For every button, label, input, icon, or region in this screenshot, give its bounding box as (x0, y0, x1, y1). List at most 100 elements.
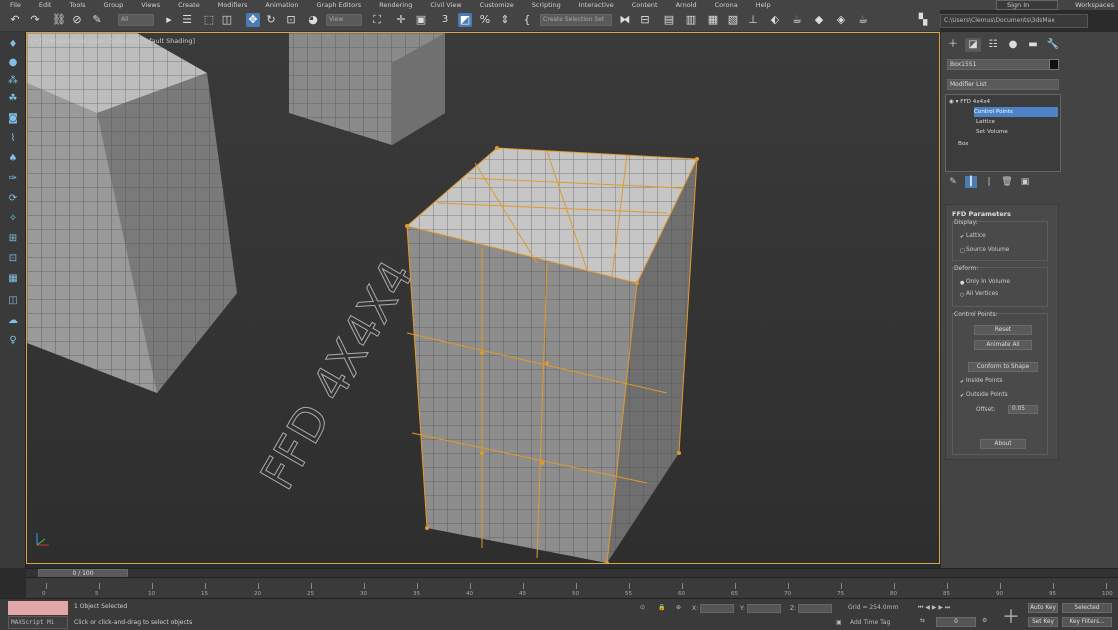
stack-item-ffd[interactable]: ◉ ▾ FFD 4x4x4 (949, 97, 990, 107)
toggle-ribbon-icon[interactable]: ▦ (706, 13, 720, 27)
cloud-icon[interactable]: ☁ (6, 314, 20, 328)
stack-item-box[interactable]: Box (958, 139, 968, 149)
bulb-icon[interactable]: ♦ (6, 38, 20, 52)
motion-tab-icon[interactable]: ● (1005, 38, 1021, 52)
set-key-button[interactable]: Set Key (1028, 617, 1058, 627)
hierarchy-tab-icon[interactable]: ☷ (985, 38, 1001, 52)
menu-group[interactable]: Group (94, 1, 132, 9)
bind-space-warp-icon[interactable]: ✎ (90, 13, 104, 27)
menu-customize[interactable]: Customize (470, 1, 522, 9)
camera-icon[interactable]: ◙ (6, 112, 20, 126)
light-icon[interactable]: ♀ (6, 334, 20, 348)
layer-icon[interactable]: ◫ (6, 294, 20, 308)
offset-input[interactable]: 0.05 (1008, 405, 1038, 414)
menu-file[interactable]: File (0, 1, 29, 9)
menu-graph-editors[interactable]: Graph Editors (307, 1, 370, 9)
select-rotate-icon[interactable]: ↻ (264, 13, 278, 27)
animate-all-button[interactable]: Animate All (974, 340, 1032, 350)
modify-tab-icon[interactable]: ◪ (965, 38, 981, 52)
undo-icon[interactable]: ↶ (8, 13, 22, 27)
menu-interactive[interactable]: Interactive (569, 1, 622, 9)
transform-mode-icon[interactable]: ⊕ (676, 604, 681, 611)
unlink-icon[interactable]: ⊘ (70, 13, 84, 27)
percent-snap-icon[interactable]: % (478, 13, 492, 27)
menu-help[interactable]: Help (746, 1, 779, 9)
perspective-viewport[interactable]: FFD 4X4X4 [+] [Perspective] [User Define… (26, 32, 940, 564)
named-selection-icon[interactable]: { (520, 13, 534, 27)
z-coordinate-field[interactable] (798, 604, 833, 613)
menu-animation[interactable]: Animation (255, 1, 306, 9)
y-coordinate[interactable]: Y: (740, 604, 781, 613)
source-volume-checkbox[interactable]: □ (960, 249, 965, 254)
menu-create[interactable]: Create (168, 1, 208, 9)
rotate-icon[interactable]: ⟳ (6, 192, 20, 206)
configure-sets-icon[interactable]: ▣ (1019, 176, 1031, 188)
lock-icon[interactable]: 🔒 (658, 604, 665, 611)
remove-modifier-icon[interactable]: 🗑 (1001, 176, 1013, 188)
display-tab-icon[interactable]: ▬ (1025, 38, 1041, 52)
rendered-frame-icon[interactable]: ◆ (812, 13, 826, 27)
menu-modifiers[interactable]: Modifiers (208, 1, 256, 9)
particles-icon[interactable]: ☘ (6, 92, 20, 106)
selected-dropdown[interactable]: Selected (1062, 603, 1112, 613)
object-color-swatch[interactable] (1049, 59, 1059, 70)
menu-rendering[interactable]: Rendering (369, 1, 420, 9)
show-end-result-icon[interactable]: ┃ (965, 176, 977, 188)
selection-filter-dropdown[interactable]: All (118, 14, 154, 26)
material-editor-icon[interactable]: ⬖ (768, 13, 782, 27)
all-vertices-radio[interactable]: ○ (960, 293, 965, 298)
render-production-icon[interactable]: ◈ (834, 13, 848, 27)
select-move-icon[interactable]: ✥ (246, 13, 260, 27)
paint-icon[interactable]: ⌇ (6, 132, 20, 146)
track-bar[interactable]: 0 5 10 15 20 25 30 35 40 45 50 55 60 65 70 75 80 85 90 95 10… (26, 577, 1118, 598)
set-key-plus-icon[interactable]: ＋ (1002, 603, 1020, 629)
select-object-icon[interactable]: ▸ (162, 13, 176, 27)
redo-icon[interactable]: ↷ (28, 13, 42, 27)
auto-key-button[interactable]: Auto Key (1028, 603, 1058, 613)
x-coordinate[interactable]: X: (692, 604, 735, 613)
place-icon[interactable]: ◕ (306, 13, 320, 27)
menu-views[interactable]: Views (131, 1, 168, 9)
grid-icon[interactable]: ▦ (6, 272, 20, 286)
align-icon[interactable]: ⊟ (638, 13, 652, 27)
menu-corona[interactable]: Corona (705, 1, 746, 9)
sign-in-button[interactable]: Sign In (996, 0, 1058, 10)
maxscript-mini-field[interactable]: MAXScript Mi (8, 616, 68, 629)
y-coordinate-field[interactable] (746, 604, 781, 613)
inside-points-checkbox[interactable]: ✔ (960, 380, 965, 385)
reference-coordinate-dropdown[interactable]: View (326, 14, 362, 26)
rect-selection-icon[interactable]: ⬚ (202, 13, 216, 27)
scene-explorer-icon[interactable]: ▤ (662, 13, 676, 27)
brush-icon[interactable]: ♠ (6, 152, 20, 166)
conform-to-shape-button[interactable]: Conform to Shape (968, 362, 1038, 372)
pivot-center-icon[interactable]: ⛶ (370, 13, 384, 27)
menu-scripting[interactable]: Scripting (522, 1, 569, 9)
isolate-icon[interactable]: ⊙ (640, 604, 645, 611)
keyboard-shortcut-icon[interactable]: ▣ (414, 13, 428, 27)
rollout-title[interactable]: FFD Parameters (952, 210, 1011, 218)
effect-icon[interactable]: ✧ (6, 212, 20, 226)
modifier-list-dropdown[interactable]: Modifier List (947, 79, 1059, 90)
stack-item-set-volume[interactable]: Set Volume (976, 127, 1008, 137)
create-tab-icon[interactable]: ＋ (945, 38, 961, 52)
render-setup-icon[interactable]: ☕ (790, 13, 804, 27)
menu-edit[interactable]: Edit (29, 1, 60, 9)
ruler-icon[interactable]: ⊞ (6, 232, 20, 246)
time-config-icon[interactable]: ⚙ (982, 617, 987, 624)
dot-icon[interactable]: ● (6, 56, 20, 70)
snaps-toggle-icon[interactable]: 3 (438, 13, 452, 27)
layout-toggle-icon[interactable]: ▚ (916, 13, 930, 27)
menu-arnold[interactable]: Arnold (666, 1, 705, 9)
curve-editor-icon[interactable]: ▧ (726, 13, 740, 27)
key-mode-icon[interactable]: ⇆ (920, 617, 925, 624)
playback-controls[interactable]: ⏮ ◀ ▶ ▶ ⏭ (918, 604, 950, 612)
tools-icon[interactable]: ✑ (6, 172, 20, 186)
eye-icon[interactable]: ◉ ▾ (949, 99, 960, 105)
current-frame-field[interactable]: 0 (936, 617, 976, 627)
window-crossing-icon[interactable]: ◫ (220, 13, 234, 27)
x-coordinate-field[interactable] (700, 604, 735, 613)
spinner-snap-icon[interactable]: ⇕ (498, 13, 512, 27)
angle-snap-icon[interactable]: ◩ (458, 13, 472, 27)
z-coordinate[interactable]: Z: (790, 604, 833, 613)
select-scale-icon[interactable]: ⊡ (284, 13, 298, 27)
